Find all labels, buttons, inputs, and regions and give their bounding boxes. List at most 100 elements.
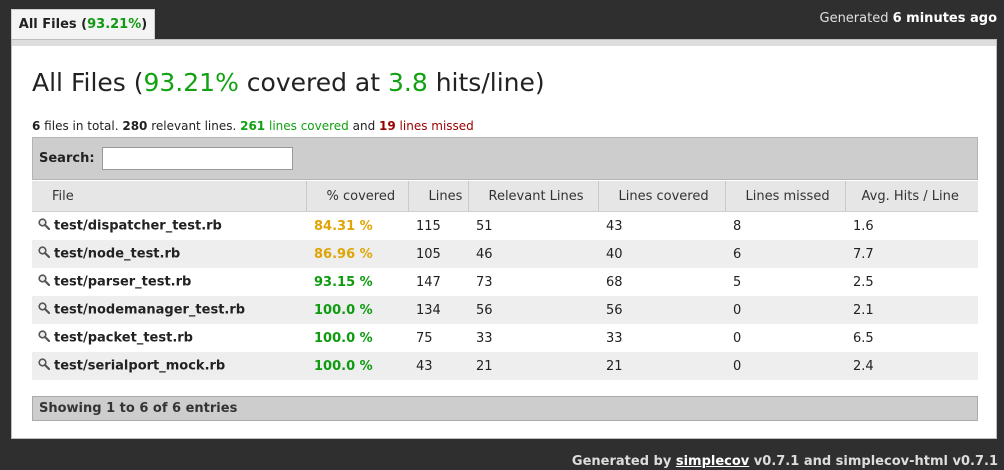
file-cell[interactable]: test/node_test.rb xyxy=(32,240,306,268)
lines-cell: 134 xyxy=(408,296,468,324)
relevant-lines-cell: 51 xyxy=(468,211,598,240)
table-entries-info: Showing 1 to 6 of 6 entries xyxy=(32,396,978,421)
summary-missed-text: lines missed xyxy=(395,119,474,133)
percent-covered-cell: 93.15 % xyxy=(306,268,408,296)
summary-missed: 19 xyxy=(379,119,396,133)
lines-cell: 43 xyxy=(408,352,468,380)
magnifier-icon xyxy=(38,246,51,262)
lines-covered-cell: 40 xyxy=(598,240,725,268)
simplecov-link[interactable]: simplecov xyxy=(676,454,749,469)
table-row: test/nodemanager_test.rb 100.0 % 134 56 … xyxy=(32,296,978,324)
magnifier-icon xyxy=(38,330,51,346)
table-row: test/node_test.rb 86.96 % 105 46 40 6 7.… xyxy=(32,240,978,268)
magnifier-icon xyxy=(38,274,51,290)
table-row: test/parser_test.rb 93.15 % 147 73 68 5 … xyxy=(32,268,978,296)
generated-prefix: Generated xyxy=(819,11,889,26)
page-title: All Files (93.21% covered at 3.8 hits/li… xyxy=(32,68,545,97)
tab-percent: 93.21% xyxy=(87,17,142,32)
summary-files-text: files in total. xyxy=(40,119,123,133)
relevant-lines-cell: 46 xyxy=(468,240,598,268)
search-bar: Search: xyxy=(32,137,978,180)
magnifier-icon xyxy=(38,302,51,318)
table-row: test/packet_test.rb 100.0 % 75 33 33 0 6… xyxy=(32,324,978,352)
tab-all-files[interactable]: All Files (93.21%) xyxy=(11,9,155,39)
column-header-lines-covered[interactable]: Lines covered xyxy=(598,181,726,212)
magnifier-icon xyxy=(38,358,51,374)
summary-and-text: and xyxy=(348,119,380,133)
file-link[interactable]: test/nodemanager_test.rb xyxy=(54,303,245,318)
coverage-summary: 6 files in total. 280 relevant lines. 26… xyxy=(32,119,474,133)
percent-covered-cell: 84.31 % xyxy=(306,211,408,240)
avg-hits-cell: 2.1 xyxy=(845,296,978,324)
file-link[interactable]: test/node_test.rb xyxy=(54,247,180,262)
table-row: test/dispatcher_test.rb 84.31 % 115 51 4… xyxy=(32,211,978,240)
magnifier-icon xyxy=(38,218,51,234)
lines-covered-cell: 56 xyxy=(598,296,725,324)
file-cell[interactable]: test/serialport_mock.rb xyxy=(32,352,306,380)
table-row: test/serialport_mock.rb 100.0 % 43 21 21… xyxy=(32,352,978,380)
file-link[interactable]: test/dispatcher_test.rb xyxy=(54,219,222,234)
relevant-lines-cell: 33 xyxy=(468,324,598,352)
footer-credit: Generated by simplecov v0.7.1 and simple… xyxy=(572,454,998,469)
lines-missed-cell: 5 xyxy=(725,268,845,296)
column-header-percent-covered[interactable]: % covered xyxy=(306,181,409,212)
lines-missed-cell: 8 xyxy=(725,211,845,240)
lines-covered-cell: 43 xyxy=(598,211,725,240)
column-header-lines[interactable]: Lines xyxy=(408,181,469,212)
summary-covered: 261 xyxy=(240,119,266,133)
generated-time: Generated 6 minutes ago xyxy=(820,11,998,26)
relevant-lines-cell: 21 xyxy=(468,352,598,380)
summary-relevant: 280 xyxy=(122,119,148,133)
table-header-row: File % covered Lines Relevant Lines Line… xyxy=(32,181,978,212)
column-header-file[interactable]: File xyxy=(32,181,307,212)
percent-covered-cell: 86.96 % xyxy=(306,240,408,268)
lines-cell: 147 xyxy=(408,268,468,296)
search-input[interactable] xyxy=(101,147,293,170)
title-percent: 93.21% xyxy=(143,68,239,97)
lines-cell: 75 xyxy=(408,324,468,352)
percent-covered-cell: 100.0 % xyxy=(306,352,408,380)
avg-hits-cell: 2.4 xyxy=(845,352,978,380)
avg-hits-cell: 6.5 xyxy=(845,324,978,352)
panel-top-strip xyxy=(12,40,996,46)
lines-missed-cell: 0 xyxy=(725,324,845,352)
column-header-lines-missed[interactable]: Lines missed xyxy=(725,181,846,212)
column-header-relevant-lines[interactable]: Relevant Lines xyxy=(468,181,599,212)
main-panel: All Files (93.21% covered at 3.8 hits/li… xyxy=(11,39,997,439)
relevant-lines-cell: 73 xyxy=(468,268,598,296)
title-suffix: hits/line) xyxy=(427,68,545,97)
title-hits: 3.8 xyxy=(388,68,428,97)
lines-missed-cell: 0 xyxy=(725,296,845,324)
lines-covered-cell: 21 xyxy=(598,352,725,380)
file-link[interactable]: test/serialport_mock.rb xyxy=(54,359,225,374)
lines-covered-cell: 33 xyxy=(598,324,725,352)
file-cell[interactable]: test/nodemanager_test.rb xyxy=(32,296,306,324)
file-cell[interactable]: test/dispatcher_test.rb xyxy=(32,211,306,240)
percent-covered-cell: 100.0 % xyxy=(306,324,408,352)
avg-hits-cell: 1.6 xyxy=(845,211,978,240)
credit-prefix: Generated by xyxy=(571,454,676,469)
lines-covered-cell: 68 xyxy=(598,268,725,296)
avg-hits-cell: 7.7 xyxy=(845,240,978,268)
file-link[interactable]: test/packet_test.rb xyxy=(54,331,193,346)
file-link[interactable]: test/parser_test.rb xyxy=(54,275,191,290)
lines-cell: 115 xyxy=(408,211,468,240)
summary-covered-text: lines covered xyxy=(265,119,349,133)
lines-missed-cell: 6 xyxy=(725,240,845,268)
credit-suffix: v0.7.1 and simplecov-html v0.7.1 xyxy=(749,454,998,469)
lines-cell: 105 xyxy=(408,240,468,268)
column-header-avg-hits[interactable]: Avg. Hits / Line xyxy=(845,181,978,212)
title-prefix: All Files ( xyxy=(32,68,144,97)
files-table: File % covered Lines Relevant Lines Line… xyxy=(32,181,978,380)
lines-missed-cell: 0 xyxy=(725,352,845,380)
title-middle: covered at xyxy=(238,68,388,97)
file-cell[interactable]: test/packet_test.rb xyxy=(32,324,306,352)
avg-hits-cell: 2.5 xyxy=(845,268,978,296)
relevant-lines-cell: 56 xyxy=(468,296,598,324)
tab-label: All Files xyxy=(18,17,77,32)
summary-relevant-text: relevant lines. xyxy=(147,119,241,133)
search-label: Search: xyxy=(39,151,95,166)
generated-when: 6 minutes ago xyxy=(892,11,997,26)
percent-covered-cell: 100.0 % xyxy=(306,296,408,324)
file-cell[interactable]: test/parser_test.rb xyxy=(32,268,306,296)
